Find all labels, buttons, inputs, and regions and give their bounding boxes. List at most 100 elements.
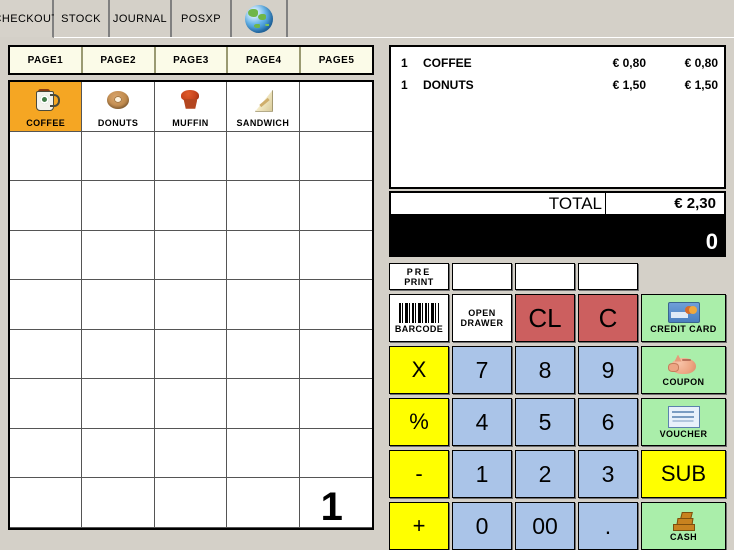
digit-4-button[interactable]: 4	[452, 398, 512, 446]
product-slot-empty[interactable]	[154, 230, 228, 281]
digit-3-button[interactable]: 3	[578, 450, 638, 498]
product-slot-empty[interactable]	[82, 230, 155, 281]
product-slot-empty[interactable]	[299, 181, 372, 231]
product-slot-empty[interactable]	[10, 230, 83, 281]
product-slot-empty[interactable]	[299, 280, 372, 330]
blank-key-1[interactable]	[452, 263, 512, 290]
product-slot-empty[interactable]	[82, 428, 155, 479]
product-slot-empty[interactable]	[82, 181, 155, 231]
product-slot-empty[interactable]	[10, 280, 83, 330]
product-button-muffin[interactable]: MUFFIN	[154, 82, 228, 132]
digit-8-button[interactable]: 8	[515, 346, 575, 394]
tab-journal[interactable]: JOURNAL	[110, 0, 172, 37]
digit-2-button[interactable]: 2	[515, 450, 575, 498]
cash-button[interactable]: CASH	[641, 502, 726, 550]
voucher-icon	[667, 405, 700, 428]
clear-button[interactable]: C	[578, 294, 638, 342]
product-slot-empty[interactable]	[227, 428, 300, 479]
product-slot-empty[interactable]	[154, 478, 228, 528]
product-button-coffee[interactable]: COFFEE	[10, 82, 83, 132]
minus-button[interactable]: -	[389, 450, 449, 498]
receipt-list[interactable]: 1 COFFEE € 0,80 € 0,80 1 DONUTS € 1,50 €…	[389, 45, 726, 189]
product-slot-empty[interactable]	[299, 82, 372, 132]
product-slot-empty[interactable]	[227, 329, 300, 380]
tab-posxp[interactable]: POSXP	[172, 0, 232, 37]
quantity-indicator: 1	[299, 478, 372, 528]
product-button-sandwich[interactable]: SANDWICH	[227, 82, 300, 132]
tab-checkout-label: CHECKOUT	[0, 12, 59, 25]
receipt-unit-price: € 0,80	[612, 56, 646, 70]
digit-0-button[interactable]: 0	[452, 502, 512, 550]
percent-button[interactable]: %	[389, 398, 449, 446]
receipt-item-name: DONUTS	[423, 78, 474, 92]
open-drawer-label-line2: DRAWER	[460, 318, 504, 328]
product-slot-empty[interactable]	[154, 379, 228, 429]
product-slot-empty[interactable]	[10, 428, 83, 479]
product-slot-empty[interactable]	[299, 379, 372, 429]
receipt-row[interactable]: 1 COFFEE € 0,80 € 0,80	[397, 52, 718, 74]
product-slot-empty[interactable]	[82, 280, 155, 330]
decimal-point-button[interactable]: .	[578, 502, 638, 550]
product-slot-empty[interactable]	[82, 478, 155, 528]
open-drawer-button[interactable]: OPEN DRAWER	[452, 294, 512, 342]
page-tab-3[interactable]: PAGE3	[155, 47, 229, 73]
digit-5-button[interactable]: 5	[515, 398, 575, 446]
product-slot-empty[interactable]	[10, 478, 83, 528]
product-slot-empty[interactable]	[10, 329, 83, 380]
digit-1-button[interactable]: 1	[452, 450, 512, 498]
pre-print-button[interactable]: PRE PRINT	[389, 263, 449, 290]
product-grid: COFFEE DONUTS MUFFIN SANDWICH 1	[8, 80, 374, 530]
product-slot-empty[interactable]	[299, 428, 372, 479]
product-slot-empty[interactable]	[299, 131, 372, 182]
page-tab-2[interactable]: PAGE2	[82, 47, 156, 73]
receipt-row[interactable]: 1 DONUTS € 1,50 € 1,50	[397, 74, 718, 96]
digit-00-button[interactable]: 00	[515, 502, 575, 550]
product-slot-empty[interactable]	[154, 131, 228, 182]
customer-display: 0	[389, 216, 726, 257]
product-slot-empty[interactable]	[227, 230, 300, 281]
product-slot-empty[interactable]	[82, 329, 155, 380]
digit-7-button[interactable]: 7	[452, 346, 512, 394]
product-label-donuts: DONUTS	[97, 117, 139, 128]
tab-stock[interactable]: STOCK	[54, 0, 110, 37]
tab-stock-label: STOCK	[61, 12, 101, 25]
product-slot-empty[interactable]	[299, 230, 372, 281]
product-slot-empty[interactable]	[10, 379, 83, 429]
barcode-button[interactable]: BARCODE	[389, 294, 449, 342]
voucher-button[interactable]: VOUCHER	[641, 398, 726, 446]
product-slot-empty[interactable]	[227, 478, 300, 528]
product-slot-empty[interactable]	[154, 181, 228, 231]
page-tab-5[interactable]: PAGE5	[301, 47, 372, 73]
product-slot-empty[interactable]	[227, 131, 300, 182]
product-slot-empty[interactable]	[82, 379, 155, 429]
product-slot-empty[interactable]	[154, 428, 228, 479]
blank-key-2[interactable]	[515, 263, 575, 290]
credit-card-button[interactable]: CREDIT CARD	[641, 294, 726, 342]
product-slot-empty[interactable]	[154, 329, 228, 380]
product-slot-empty[interactable]	[299, 329, 372, 380]
multiply-button[interactable]: X	[389, 346, 449, 394]
coffee-cup-icon	[10, 82, 81, 118]
product-button-donuts[interactable]: DONUTS	[82, 82, 155, 132]
product-slot-empty[interactable]	[227, 181, 300, 231]
open-drawer-label-line1: OPEN	[468, 308, 496, 318]
digit-6-button[interactable]: 6	[578, 398, 638, 446]
product-slot-empty[interactable]	[227, 280, 300, 330]
blank-key-3[interactable]	[578, 263, 638, 290]
product-slot-empty[interactable]	[154, 280, 228, 330]
page-tab-4[interactable]: PAGE4	[228, 47, 302, 73]
clear-all-button[interactable]: CL	[515, 294, 575, 342]
sandwich-icon	[227, 82, 298, 118]
page-tab-1[interactable]: PAGE1	[10, 47, 83, 73]
product-slot-empty[interactable]	[227, 379, 300, 429]
subtotal-button[interactable]: SUB	[641, 450, 726, 498]
digit-9-button[interactable]: 9	[578, 346, 638, 394]
coupon-button[interactable]: COUPON	[641, 346, 726, 394]
tab-web[interactable]	[232, 0, 288, 37]
product-slot-empty[interactable]	[82, 131, 155, 182]
plus-button[interactable]: +	[389, 502, 449, 550]
product-slot-empty[interactable]	[10, 131, 83, 182]
tab-checkout[interactable]: CHECKOUT	[0, 0, 58, 38]
total-label: TOTAL	[391, 193, 606, 214]
product-slot-empty[interactable]	[10, 181, 83, 231]
